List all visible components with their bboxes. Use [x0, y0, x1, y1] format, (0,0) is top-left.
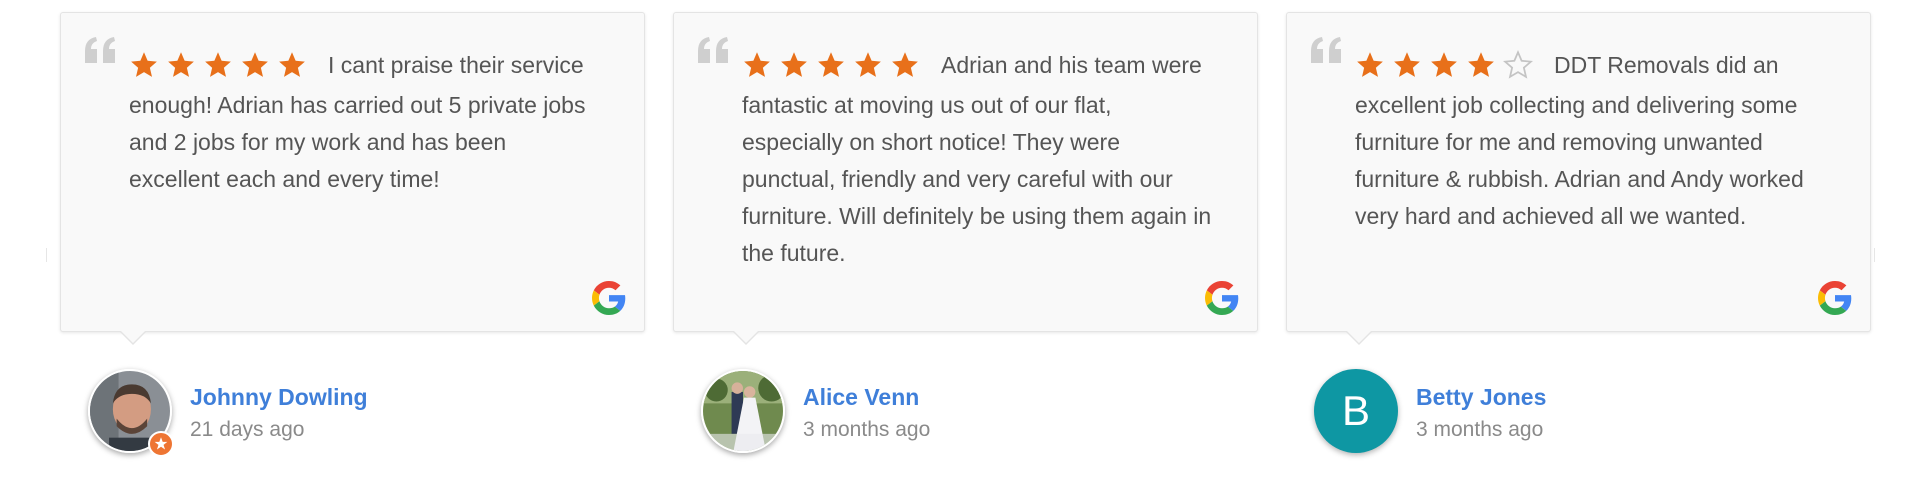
star-filled-icon — [744, 52, 770, 77]
star-filled-icon — [1357, 52, 1383, 77]
star-filled-icon — [1431, 52, 1457, 77]
star-rating — [129, 50, 314, 87]
local-guide-badge-icon — [148, 431, 174, 457]
review-date: 3 months ago — [803, 418, 931, 441]
review-card: Adrian and his team were fantastic at mo… — [673, 12, 1258, 332]
google-icon — [592, 281, 626, 315]
star-rating — [1355, 50, 1540, 87]
review-text-block: Adrian and his team were fantastic at mo… — [742, 47, 1215, 272]
author-name-link[interactable]: Betty Jones — [1416, 384, 1546, 411]
google-icon — [1205, 281, 1239, 315]
review-date: 21 days ago — [190, 418, 305, 441]
quote-icon — [1311, 37, 1341, 63]
quote-icon — [698, 37, 728, 63]
review-date: 3 months ago — [1416, 418, 1544, 441]
star-rating — [742, 50, 927, 87]
review-text-block: I cant praise their service enough! Adri… — [129, 47, 602, 198]
star-filled-icon — [168, 52, 194, 77]
review-item: DDT Removals did an excellent job collec… — [1286, 12, 1871, 467]
star-filled-icon — [131, 52, 157, 77]
card-pointer — [120, 331, 146, 345]
avatar[interactable] — [701, 369, 785, 453]
star-filled-icon — [855, 52, 881, 77]
card-pointer — [733, 331, 759, 345]
star-filled-icon — [781, 52, 807, 77]
star-filled-icon — [242, 52, 268, 77]
review-card: I cant praise their service enough! Adri… — [60, 12, 645, 332]
star-empty-icon — [1503, 50, 1533, 79]
author-name-link[interactable]: Alice Venn — [803, 384, 919, 411]
author-name-link[interactable]: Johnny Dowling — [190, 384, 368, 411]
carousel-edge-right — [1874, 248, 1875, 262]
review-item: I cant praise their service enough! Adri… — [60, 12, 645, 467]
wedding-photo-image — [703, 371, 783, 451]
google-icon — [1818, 281, 1852, 315]
star-filled-icon — [205, 52, 231, 77]
star-filled-icon — [818, 52, 844, 77]
carousel-edge-left — [46, 248, 47, 262]
card-pointer — [1346, 331, 1372, 345]
quote-icon — [85, 37, 115, 63]
review-item: Adrian and his team were fantastic at mo… — [673, 12, 1258, 467]
review-card: DDT Removals did an excellent job collec… — [1286, 12, 1871, 332]
star-filled-icon — [1394, 52, 1420, 77]
star-filled-icon — [892, 52, 918, 77]
star-filled-icon — [279, 52, 305, 77]
review-text-block: DDT Removals did an excellent job collec… — [1355, 47, 1828, 235]
star-filled-icon — [1468, 52, 1494, 77]
avatar[interactable]: B — [1314, 369, 1398, 453]
